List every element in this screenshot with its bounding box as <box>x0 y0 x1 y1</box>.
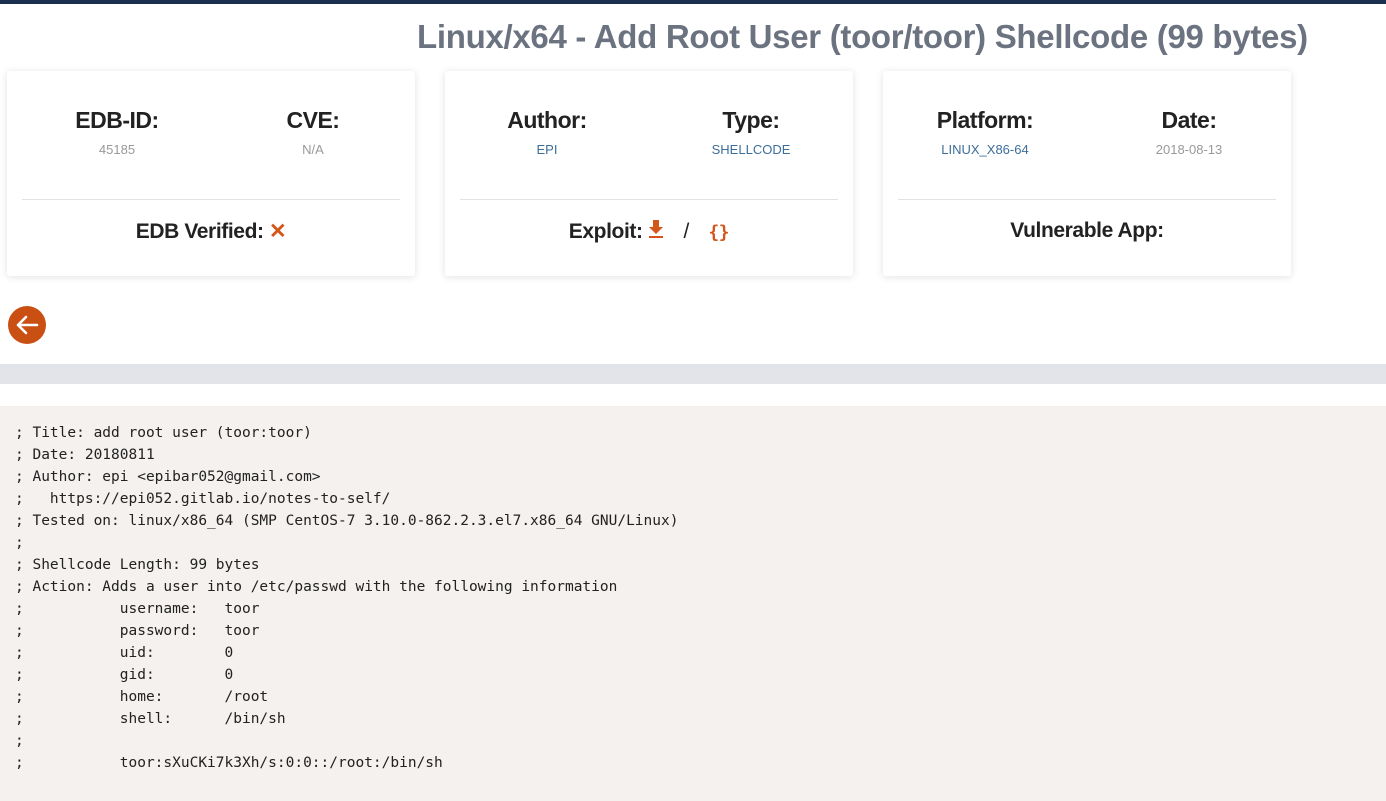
author-link[interactable]: EPI <box>457 142 637 157</box>
field-platform: Platform: LINUX_X86-64 <box>895 107 1075 157</box>
field-value: 2018-08-13 <box>1155 142 1223 157</box>
field-value: 45185 <box>98 142 136 157</box>
footer-label: EDB Verified: <box>135 220 264 243</box>
vulnerable-app: Vulnerable App: <box>883 219 1291 243</box>
back-button[interactable] <box>8 306 46 344</box>
field-type: Type: SHELLCODE <box>661 107 841 157</box>
exploit-code: ; Title: add root user (toor:toor) ; Dat… <box>15 425 679 771</box>
divider <box>898 199 1276 200</box>
type-link[interactable]: SHELLCODE <box>661 142 841 157</box>
divider <box>460 199 838 200</box>
section-divider <box>0 364 1386 384</box>
arrow-left-icon <box>16 315 39 335</box>
field-value: N/A <box>302 142 324 157</box>
field-author: Author: EPI <box>457 107 637 157</box>
field-label: Platform: <box>936 107 1034 133</box>
platform-link[interactable]: LINUX_X86-64 <box>895 142 1075 157</box>
field-label: Date: <box>1161 107 1217 133</box>
footer-label: Exploit: <box>568 220 643 243</box>
field-date: Date: 2018-08-13 <box>1099 107 1279 157</box>
close-icon: ✕ <box>269 220 287 243</box>
divider <box>22 199 400 200</box>
code-braces-icon[interactable]: {} <box>708 222 729 243</box>
card-platform: Platform: LINUX_X86-64 Date: 2018-08-13 … <box>883 71 1291 276</box>
field-cve: CVE: N/A <box>223 107 403 157</box>
edb-verified: EDB Verified: ✕ <box>7 219 415 244</box>
separator: / <box>683 220 689 243</box>
exploit-links: Exploit: / {} <box>445 219 853 245</box>
field-label: CVE: <box>286 107 340 133</box>
code-block: ; Title: add root user (toor:toor) ; Dat… <box>0 406 1386 801</box>
field-label: EDB-ID: <box>75 107 159 133</box>
field-label: Type: <box>722 107 780 133</box>
download-icon[interactable] <box>648 219 664 245</box>
footer-label: Vulnerable App: <box>1010 219 1164 242</box>
card-author: Author: EPI Type: SHELLCODE Exploit: / {… <box>445 71 853 276</box>
field-label: Author: <box>507 107 587 133</box>
top-bar <box>0 0 1386 4</box>
page-title: Linux/x64 - Add Root User (toor/toor) Sh… <box>417 18 1308 55</box>
field-edb-id: EDB-ID: 45185 <box>27 107 207 157</box>
card-id: EDB-ID: 45185 CVE: N/A EDB Verified: ✕ <box>7 71 415 276</box>
